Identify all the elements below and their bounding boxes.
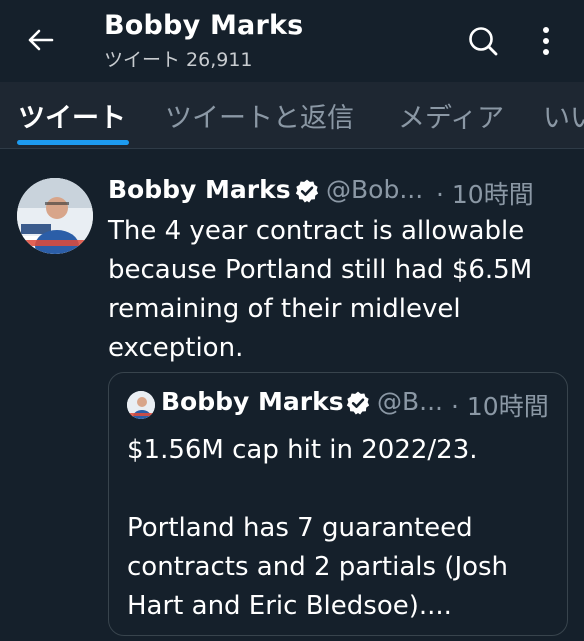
quoted-author-name: Bobby Marks — [161, 387, 344, 416]
back-button[interactable] — [18, 22, 62, 58]
arrow-left-icon — [28, 29, 54, 51]
more-options-button[interactable] — [528, 20, 564, 62]
avatar[interactable] — [17, 178, 93, 254]
search-button[interactable] — [462, 20, 504, 62]
tweet[interactable]: Bobby Marks @Bob... · 10時間 The 4 year co… — [0, 150, 584, 641]
author-name[interactable]: Bobby Marks — [108, 175, 291, 204]
quoted-tweet-timestamp: · 10時間 — [451, 392, 549, 421]
tweet-header: Bobby Marks @Bob... · 10時間 — [108, 175, 578, 211]
tab-tweets-and-replies[interactable]: ツイートと返信 — [165, 96, 354, 135]
tweet-timestamp[interactable]: · 10時間 — [436, 175, 534, 211]
more-vertical-icon — [543, 27, 549, 55]
quoted-tweet[interactable]: Bobby Marks @B... · 10時間 $1.56M cap hit … — [108, 372, 568, 636]
verified-badge-icon — [295, 179, 319, 203]
verified-badge-icon — [346, 391, 370, 415]
search-icon — [469, 27, 498, 56]
tab-likes[interactable]: いいね — [543, 96, 584, 135]
quoted-author-handle: @B... — [377, 387, 443, 416]
quoted-tweet-text: $1.56M cap hit in 2022/23. Portland has … — [127, 435, 509, 621]
top-app-bar: Bobby Marks ツイート 26,911 — [0, 0, 584, 80]
tweet-count-value: 26,911 — [186, 49, 253, 71]
active-tab-indicator — [17, 140, 129, 145]
avatar-image — [17, 178, 93, 254]
profile-name-title: Bobby Marks — [104, 10, 304, 41]
tab-tweets[interactable]: ツイート — [18, 96, 126, 135]
author-handle[interactable]: @Bob... — [326, 175, 423, 204]
profile-screen: Bobby Marks ツイート 26,911 ツイート ツイートと返信 メディア… — [0, 0, 584, 641]
tab-media[interactable]: メディア — [398, 96, 504, 135]
tweet-text: The 4 year contract is allowable because… — [108, 216, 533, 363]
quoted-avatar — [127, 391, 155, 419]
avatar-image — [127, 391, 155, 419]
tweet-count-subtitle: ツイート 26,911 — [104, 45, 253, 72]
tweet-count-label: ツイート — [104, 49, 181, 71]
profile-tabs: ツイート ツイートと返信 メディア いいね — [0, 82, 584, 149]
quoted-tweet-header: Bobby Marks @B... · 10時間 — [161, 387, 561, 423]
